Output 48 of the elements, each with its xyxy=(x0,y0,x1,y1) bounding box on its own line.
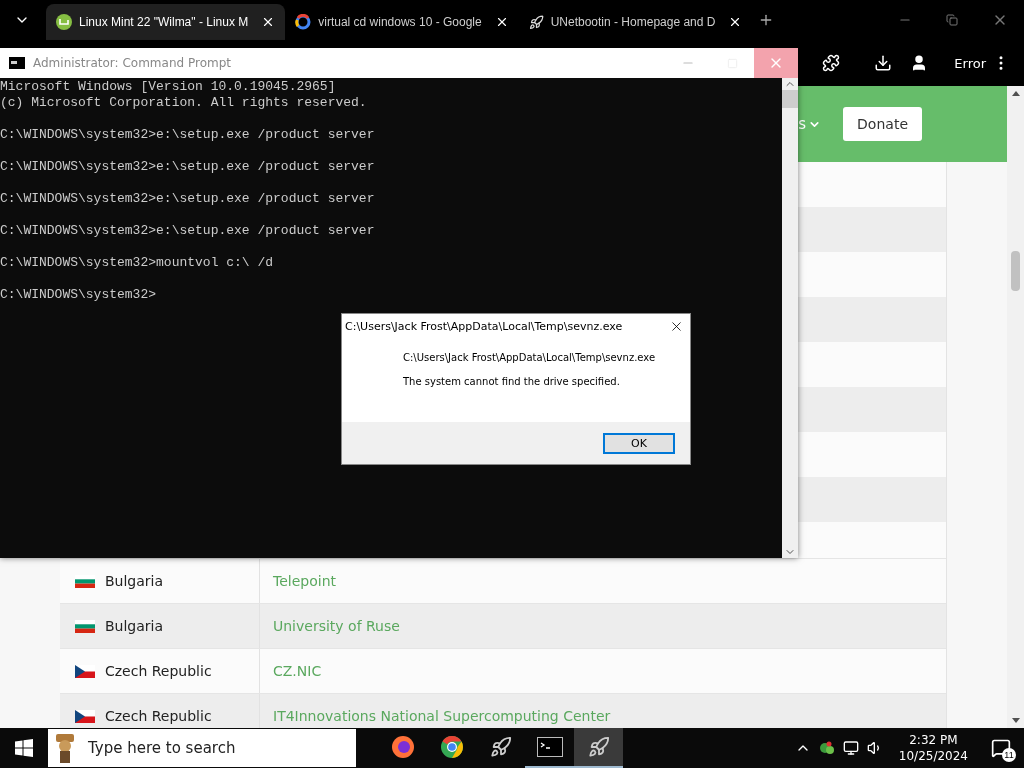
browser-tab[interactable]: UNetbootin - Homepage and D xyxy=(518,4,753,40)
country-text: Bulgaria xyxy=(105,618,164,634)
terminal-icon xyxy=(536,737,563,757)
flag-icon xyxy=(75,709,95,723)
console-line: C:\WINDOWS\system32>mountvol c:\ /d xyxy=(0,255,275,271)
taskbar-app[interactable] xyxy=(574,728,623,768)
scrollbar[interactable] xyxy=(1007,86,1024,728)
search-field[interactable]: Type here to search xyxy=(48,729,356,767)
country-text: Bulgaria xyxy=(105,573,164,589)
scrollbar[interactable] xyxy=(782,78,798,558)
browser-tab[interactable]: Linux Mint 22 "Wilma" - Linux M xyxy=(46,4,286,40)
notifications-button[interactable]: 11 xyxy=(984,728,1018,768)
chrome-icon xyxy=(439,735,464,759)
rocket-icon xyxy=(528,14,544,30)
flag-icon xyxy=(75,664,95,678)
console-line: C:\WINDOWS\system32>e:\setup.exe /product server xyxy=(0,223,376,239)
console-line: C:\WINDOWS\system32> xyxy=(0,287,158,303)
extensions-icon[interactable] xyxy=(822,54,841,72)
firefox-icon xyxy=(390,735,415,759)
download-icon[interactable] xyxy=(874,54,893,72)
error-message: The system cannot find the drive specified. xyxy=(403,376,621,387)
restore-icon[interactable] xyxy=(946,14,958,26)
window-title: Administrator: Command Prompt xyxy=(33,56,232,70)
browser-tab[interactable]: virtual cd windows 10 - Google xyxy=(285,4,519,40)
windows-logo-icon xyxy=(15,739,33,757)
profile-label[interactable]: Error xyxy=(954,55,986,71)
console-line: C:\WINDOWS\system32>e:\setup.exe /product server xyxy=(0,127,376,143)
console-line: C:\WINDOWS\system32>e:\setup.exe /product server xyxy=(0,191,376,207)
scroll-thumb[interactable] xyxy=(1011,251,1020,291)
file-path-text: C:\Users\Jack Frost\AppData\Local\Temp\sevnz.exe xyxy=(403,352,657,363)
donate-button[interactable]: Donate xyxy=(843,107,922,141)
console-line: Microsoft Windows [Version 10.0.19045.2965] xyxy=(0,79,337,95)
rocket-icon xyxy=(587,736,610,758)
clock[interactable]: 2:32 PM 10/25/2024 xyxy=(898,732,968,764)
console-icon xyxy=(9,57,25,69)
country-text: Czech Republic xyxy=(105,663,212,679)
rocket-icon xyxy=(489,736,512,758)
network-icon[interactable] xyxy=(842,740,859,756)
scroll-thumb[interactable] xyxy=(782,90,798,108)
console-line: C:\WINDOWS\system32>e:\setup.exe /product server xyxy=(0,159,376,175)
mint-logo-icon xyxy=(56,14,72,30)
country-text: Czech Republic xyxy=(105,708,212,724)
tray-app-icon[interactable] xyxy=(818,740,835,756)
dialog-title: C:\Users\Jack Frost\AppData\Local\Temp\sevnz.exe xyxy=(345,319,623,333)
ok-button[interactable]: OK xyxy=(603,432,675,454)
google-logo-icon xyxy=(295,14,312,30)
console-line: (c) Microsoft Corporation. All rights reserved. xyxy=(0,95,368,111)
flag-icon xyxy=(75,619,95,633)
